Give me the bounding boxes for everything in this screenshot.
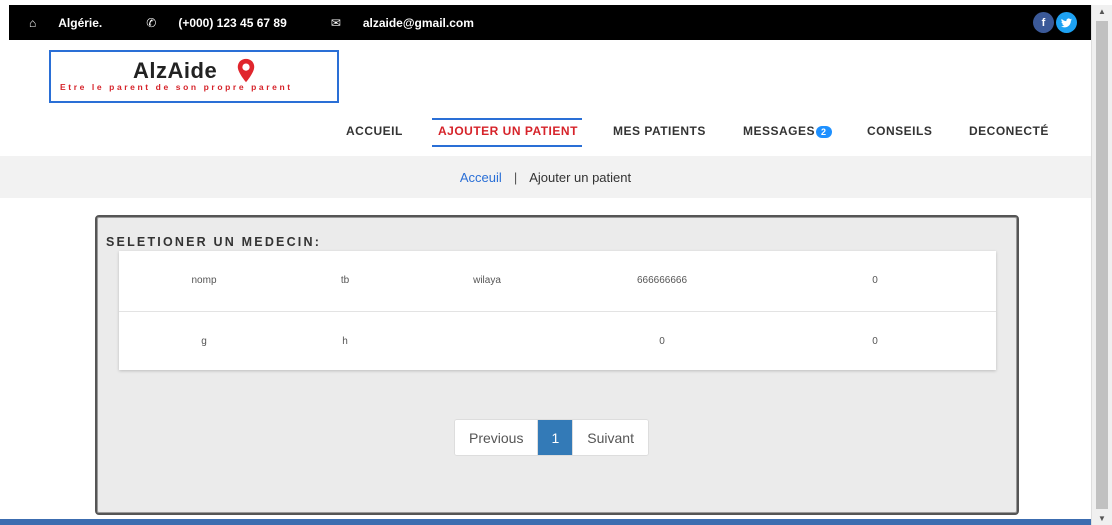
home-icon: ⌂ (29, 15, 37, 30)
email-item: ✉ alzaide@gmail.com (331, 16, 496, 30)
table-cell: wilaya (473, 275, 501, 286)
table-row[interactable]: g h 0 0 (119, 311, 996, 370)
table-cell: h (342, 336, 348, 347)
pagination: Previous 1 Suivant (454, 419, 649, 456)
messages-count-badge: 2 (816, 125, 832, 138)
location-item: ⌂ Algérie. (29, 16, 124, 30)
breadcrumb: Acceuil | Ajouter un patient (0, 170, 1091, 185)
table-row[interactable]: nomp tb wilaya 666666666 0 (119, 251, 996, 310)
doctor-table: nomp tb wilaya 666666666 0 g h 0 0 (119, 251, 996, 370)
table-cell: g (201, 336, 207, 347)
nav-item-deconnecte[interactable]: DECONECTÉ (969, 124, 1049, 138)
active-tab-top-line (432, 118, 582, 120)
nav-item-mes-patients[interactable]: MES PATIENTS (613, 124, 706, 138)
phone-icon: ✆ (146, 15, 157, 30)
logo-name: AlzAide (133, 58, 218, 83)
scroll-down-icon[interactable]: ▼ (1098, 514, 1106, 523)
vertical-scrollbar[interactable]: ▲ ▼ (1091, 5, 1112, 525)
table-cell: tb (340, 275, 350, 286)
table-cell: 0 (659, 336, 665, 347)
table-cell: 0 (872, 275, 878, 286)
site-logo[interactable]: AlzAide Etre le parent de son propre par… (49, 50, 339, 103)
breadcrumb-bar: Acceuil | Ajouter un patient (0, 156, 1091, 198)
nav-messages-label: MESSAGES (743, 124, 816, 138)
map-pin-icon (237, 58, 255, 83)
main-nav: ACCUEIL AJOUTER UN PATIENT MES PATIENTS … (0, 118, 1091, 148)
nav-item-accueil[interactable]: ACCUEIL (346, 124, 403, 138)
pagination-next-button[interactable]: Suivant (572, 420, 648, 455)
social-links: f (1031, 12, 1077, 33)
breadcrumb-separator: | (513, 170, 518, 185)
select-doctor-panel: SELETIONER UN MEDECIN: nomp tb wilaya 66… (95, 215, 1019, 515)
phone-item: ✆ (+000) 123 45 67 89 (146, 16, 308, 30)
pagination-page-button[interactable]: 1 (537, 420, 573, 455)
contact-info: ⌂ Algérie. ✆ (+000) 123 45 67 89 ✉ alzaide@… (29, 16, 518, 30)
nav-item-messages[interactable]: MESSAGES 2 (743, 124, 832, 138)
phone-text: (+000) 123 45 67 89 (178, 15, 287, 30)
email-text: alzaide@gmail.com (362, 15, 474, 30)
twitter-icon[interactable] (1056, 12, 1077, 33)
scrollbar-thumb[interactable] (1096, 21, 1108, 509)
nav-item-conseils[interactable]: CONSEILS (867, 124, 932, 138)
nav-item-ajouter-patient[interactable]: AJOUTER UN PATIENT (438, 124, 578, 138)
active-tab-underline (432, 145, 582, 147)
table-cell: nomp (191, 275, 217, 286)
top-info-bar: ⌂ Algérie. ✆ (+000) 123 45 67 89 ✉ alzaide@… (9, 5, 1091, 40)
pagination-previous-button[interactable]: Previous (455, 420, 538, 455)
breadcrumb-current: Ajouter un patient (529, 170, 632, 185)
envelope-icon: ✉ (330, 15, 341, 30)
taskbar-strip (0, 519, 1091, 525)
logo-tagline: Etre le parent de son propre parent (60, 82, 293, 92)
scroll-up-icon[interactable]: ▲ (1098, 7, 1106, 16)
facebook-icon[interactable]: f (1033, 12, 1054, 33)
panel-title: SELETIONER UN MEDECIN: (106, 235, 322, 249)
breadcrumb-home-link[interactable]: Acceuil (460, 170, 502, 185)
table-cell: 0 (872, 336, 878, 347)
page-edge (0, 0, 9, 525)
twitter-bird-icon (1061, 17, 1072, 27)
table-cell: 666666666 (636, 275, 688, 286)
location-text: Algérie. (58, 15, 103, 30)
